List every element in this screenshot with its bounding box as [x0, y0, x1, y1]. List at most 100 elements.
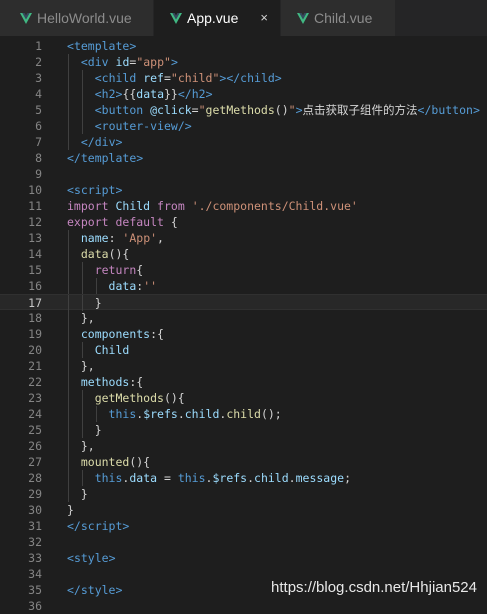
code-line[interactable]: 19 components:{: [0, 326, 487, 342]
code-line[interactable]: 29 }: [0, 486, 487, 502]
code-line[interactable]: 8 </template>: [0, 150, 487, 166]
code-text: <button @click="getMethods()">点击获取子组件的方法…: [67, 102, 480, 118]
code-line[interactable]: 14 data(){: [0, 246, 487, 262]
code-token: <: [94, 87, 102, 101]
code-text: },: [67, 358, 95, 374]
code-text: }: [67, 486, 88, 502]
code-line[interactable]: 1 <template>: [0, 38, 487, 54]
code-line[interactable]: 21 },: [0, 358, 487, 374]
code-line[interactable]: 36: [0, 598, 487, 614]
code-token: <: [94, 71, 102, 85]
code-line[interactable]: 16 data:'': [0, 278, 487, 294]
code-line[interactable]: 30}: [0, 502, 487, 518]
line-number: 34: [28, 567, 42, 581]
code-text: this.data = this.$refs.child.message;: [67, 470, 351, 486]
code-text: import Child from './components/Child.vu…: [67, 198, 358, 214]
code-line[interactable]: 25 }: [0, 422, 487, 438]
code-line[interactable]: 3 <child ref="child"></child>: [0, 70, 487, 86]
tab-child-vue[interactable]: Child.vue: [281, 0, 396, 36]
code-token: components: [80, 327, 151, 341]
code-line[interactable]: 31 </script>: [0, 518, 487, 534]
code-text: <router-view/>: [67, 118, 192, 134]
code-line[interactable]: 28 this.data = this.$refs.child.message;: [0, 470, 487, 486]
indent-guide: [81, 70, 83, 86]
code-line[interactable]: 6 <router-view/>: [0, 118, 487, 134]
indent-guide: [68, 278, 69, 294]
code-editor[interactable]: 1 <template> 2 <div id="app"> 3 <child ref=…: [0, 36, 487, 613]
code-line[interactable]: 33 <style>: [0, 550, 487, 566]
code-line[interactable]: 32: [0, 534, 487, 550]
code-text: <div id="app">: [67, 54, 178, 70]
tab-helloworld-vue[interactable]: HelloWorld.vue: [0, 0, 154, 36]
code-line[interactable]: 15 return{: [0, 262, 487, 278]
code-token: child: [240, 71, 275, 85]
code-text: return{: [67, 262, 143, 278]
code-token: :{: [150, 327, 164, 341]
code-line[interactable]: 10 <script>: [0, 182, 487, 198]
code-line[interactable]: 7 </div>: [0, 134, 487, 150]
code-token: child: [254, 471, 289, 485]
code-line[interactable]: 20 Child: [0, 342, 487, 358]
close-icon[interactable]: ×: [260, 10, 268, 25]
code-token: Child: [115, 199, 151, 213]
indent-guide: [68, 406, 69, 422]
code-text: <script>: [67, 182, 122, 198]
indent-guide: [68, 390, 69, 406]
line-number: 3: [35, 71, 42, 85]
code-text: name: 'App',: [67, 230, 164, 246]
code-line[interactable]: 2 <div id="app">: [0, 54, 487, 70]
indent-guide: [68, 358, 69, 374]
tab-label: App.vue: [187, 10, 239, 26]
code-line[interactable]: 27 mounted(){: [0, 454, 487, 470]
code-line[interactable]: 4 <h2>{{data}}</h2>: [0, 86, 487, 102]
indent-guide: [81, 262, 83, 278]
code-token: ,: [157, 231, 164, 245]
code-line[interactable]: 18 },: [0, 310, 487, 326]
line-number: 4: [35, 87, 42, 101]
indent-guide: [81, 406, 83, 422]
code-line[interactable]: 5 <button @click="getMethods()">点击获取子组件的…: [0, 102, 487, 118]
code-line[interactable]: 9: [0, 166, 487, 182]
code-token: >: [136, 151, 144, 165]
indent-guide: [81, 422, 83, 438]
code-line[interactable]: 11 import Child from './components/Child.…: [0, 198, 487, 214]
vue-icon: [170, 12, 182, 24]
code-text: </template>: [67, 150, 143, 166]
code-line[interactable]: 23 getMethods(){: [0, 390, 487, 406]
code-token: </: [417, 103, 432, 117]
code-token: (){: [108, 247, 130, 261]
tab-app-vue[interactable]: App.vue ×: [154, 0, 281, 36]
code-token: "child": [170, 71, 220, 85]
indent-guide: [95, 278, 97, 294]
line-number: 9: [35, 167, 42, 181]
code-token: h2: [101, 87, 116, 101]
code-line[interactable]: 24 this.$refs.child.child();: [0, 406, 487, 422]
code-line[interactable]: 13 name: 'App',: [0, 230, 487, 246]
code-token: "app": [136, 55, 171, 69]
tab-label: Child.vue: [314, 10, 373, 26]
code-token: $refs: [143, 407, 178, 421]
code-text: data(){: [67, 246, 129, 262]
line-number: 5: [35, 103, 42, 117]
code-line[interactable]: 12 export default {: [0, 214, 487, 230]
code-token: this: [177, 471, 206, 485]
indent-guide: [81, 118, 83, 134]
code-line[interactable]: 22 methods:{: [0, 374, 487, 390]
line-number: 22: [28, 375, 42, 389]
line-number: 11: [28, 199, 42, 213]
indent-guide: [68, 374, 69, 390]
code-token: {{: [122, 87, 137, 101]
code-line[interactable]: 17 }: [0, 294, 487, 311]
code-token: id: [115, 55, 130, 69]
code-line[interactable]: 26 },: [0, 438, 487, 454]
